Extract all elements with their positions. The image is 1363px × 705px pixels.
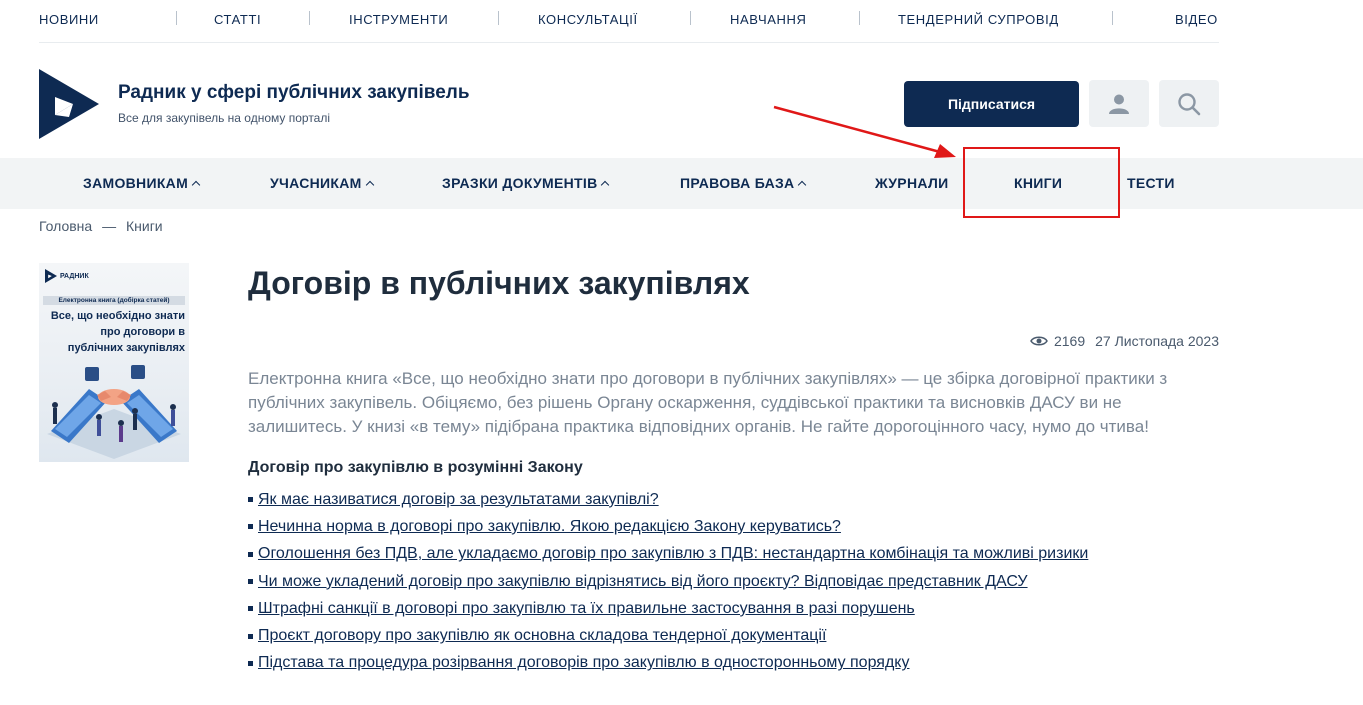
topnav-learning[interactable]: НАВЧАННЯ <box>730 12 806 27</box>
list-item: Оголошення без ПДВ, але укладаємо догові… <box>248 541 1088 568</box>
main-menu: ЗАМОВНИКАМ УЧАСНИКАМ ЗРАЗКИ ДОКУМЕНТІВ П… <box>0 158 1363 209</box>
cover-illustration <box>47 365 181 459</box>
article-link[interactable]: Штрафні санкції в договорі про закупівлю… <box>258 600 915 618</box>
article-link[interactable]: Оголошення без ПДВ, але укладаємо догові… <box>258 545 1088 563</box>
bullet-icon <box>248 579 253 585</box>
bullet-icon <box>248 551 253 557</box>
list-item: Нечинна норма в договорі про закупівлю. … <box>248 513 1088 540</box>
topnav-consultations[interactable]: КОНСУЛЬТАЦІЇ <box>538 12 638 27</box>
nav-participants[interactable]: УЧАСНИКАМ <box>270 175 374 191</box>
list-item: Чи може укладений договір про закупівлю … <box>248 568 1088 595</box>
divider <box>309 11 310 25</box>
chevron-up-icon <box>191 180 201 190</box>
breadcrumb-current: Книги <box>125 218 163 234</box>
nav-tests[interactable]: ТЕСТИ <box>1127 175 1175 191</box>
nav-label: ТЕСТИ <box>1127 175 1175 191</box>
topnav-tools[interactable]: ІНСТРУМЕНТИ <box>349 12 448 27</box>
book-cover: РАДНИК Електронна книга (добірка статей)… <box>39 263 189 462</box>
eye-icon <box>1030 336 1048 346</box>
nav-label: ЗАМОВНИКАМ <box>83 175 189 191</box>
article-link[interactable]: Підстава та процедура розірвання договор… <box>258 654 909 672</box>
nav-label: ПРАВОВА БАЗА <box>680 175 795 191</box>
list-item: Підстава та процедура розірвання договор… <box>248 650 1088 677</box>
cover-brand: РАДНИК <box>60 272 89 280</box>
divider <box>498 11 499 25</box>
nav-document-templates[interactable]: ЗРАЗКИ ДОКУМЕНТІВ <box>442 175 610 191</box>
article-link-list: Як має називатися договір за результатам… <box>248 486 1088 677</box>
bullet-icon <box>248 633 253 639</box>
article-link[interactable]: Як має називатися договір за результатам… <box>258 491 659 509</box>
cover-band: Електронна книга (добірка статей) <box>43 296 185 305</box>
chevron-up-icon <box>601 180 610 190</box>
account-button[interactable] <box>1089 80 1149 127</box>
chevron-up-icon <box>365 180 374 190</box>
article-link[interactable]: Проєкт договору про закупівлю як основна… <box>258 627 826 645</box>
nav-label: ЗРАЗКИ ДОКУМЕНТІВ <box>442 175 598 191</box>
list-item: Проєкт договору про закупівлю як основна… <box>248 622 1088 649</box>
list-item: Штрафні санкції в договорі про закупівлю… <box>248 595 1088 622</box>
top-menu: НОВИНИ СТАТТІ ІНСТРУМЕНТИ КОНСУЛЬТАЦІЇ Н… <box>39 0 1219 43</box>
logo-icon <box>45 269 57 283</box>
breadcrumb-home[interactable]: Головна <box>39 218 92 234</box>
topnav-articles[interactable]: СТАТТІ <box>214 12 261 27</box>
nav-label: ЖУРНАЛИ <box>875 175 949 191</box>
chevron-up-icon <box>798 180 807 190</box>
divider <box>1112 11 1113 25</box>
article-link[interactable]: Нечинна норма в договорі про закупівлю. … <box>258 518 841 536</box>
breadcrumb-separator: — <box>102 218 117 234</box>
divider <box>859 11 860 25</box>
cover-title: Все, що необхідно знати про договори в п… <box>50 310 185 354</box>
site-logo[interactable] <box>39 69 99 139</box>
nav-books[interactable]: КНИГИ <box>1014 175 1062 191</box>
publish-date: 27 Листопада 2023 <box>1095 333 1219 349</box>
nav-customers[interactable]: ЗАМОВНИКАМ <box>83 175 201 191</box>
subscribe-button[interactable]: Підписатися <box>904 81 1079 127</box>
article-title: Договір в публічних закупівлях <box>248 265 750 301</box>
bullet-icon <box>248 606 253 612</box>
nav-label: УЧАСНИКАМ <box>270 175 362 191</box>
bullet-icon <box>248 497 253 503</box>
view-count: 2169 <box>1053 333 1086 349</box>
user-icon <box>1109 94 1129 114</box>
article-lead: Електронна книга «Все, що необхідно знат… <box>248 369 1168 436</box>
list-item: Як має називатися договір за результатам… <box>248 486 1088 513</box>
breadcrumb: Головна — Книги <box>39 218 169 234</box>
bullet-icon <box>248 524 253 530</box>
section-heading: Договір про закупівлю в розумінні Закону <box>248 459 583 476</box>
divider <box>690 11 691 25</box>
cover-logo: РАДНИК <box>45 269 89 283</box>
topnav-tender-support[interactable]: ТЕНДЕРНИЙ СУПРОВІД <box>898 12 1059 27</box>
topnav-video[interactable]: ВІДЕО <box>1175 12 1218 27</box>
search-icon <box>1178 92 1201 115</box>
article-link[interactable]: Чи може укладений договір про закупівлю … <box>258 573 1028 591</box>
bullet-icon <box>248 660 253 666</box>
nav-label: КНИГИ <box>1014 175 1063 191</box>
nav-journals[interactable]: ЖУРНАЛИ <box>875 175 948 191</box>
site-tagline: Все для закупівель на одному порталі <box>118 111 331 125</box>
nav-legal-base[interactable]: ПРАВОВА БАЗА <box>680 175 807 191</box>
search-button[interactable] <box>1159 80 1219 127</box>
topnav-news[interactable]: НОВИНИ <box>39 12 99 27</box>
article-meta: 2169 27 Листопада 2023 <box>1020 333 1219 349</box>
site-title[interactable]: Радник у сфері публічних закупівель <box>118 82 470 104</box>
divider <box>176 11 177 25</box>
